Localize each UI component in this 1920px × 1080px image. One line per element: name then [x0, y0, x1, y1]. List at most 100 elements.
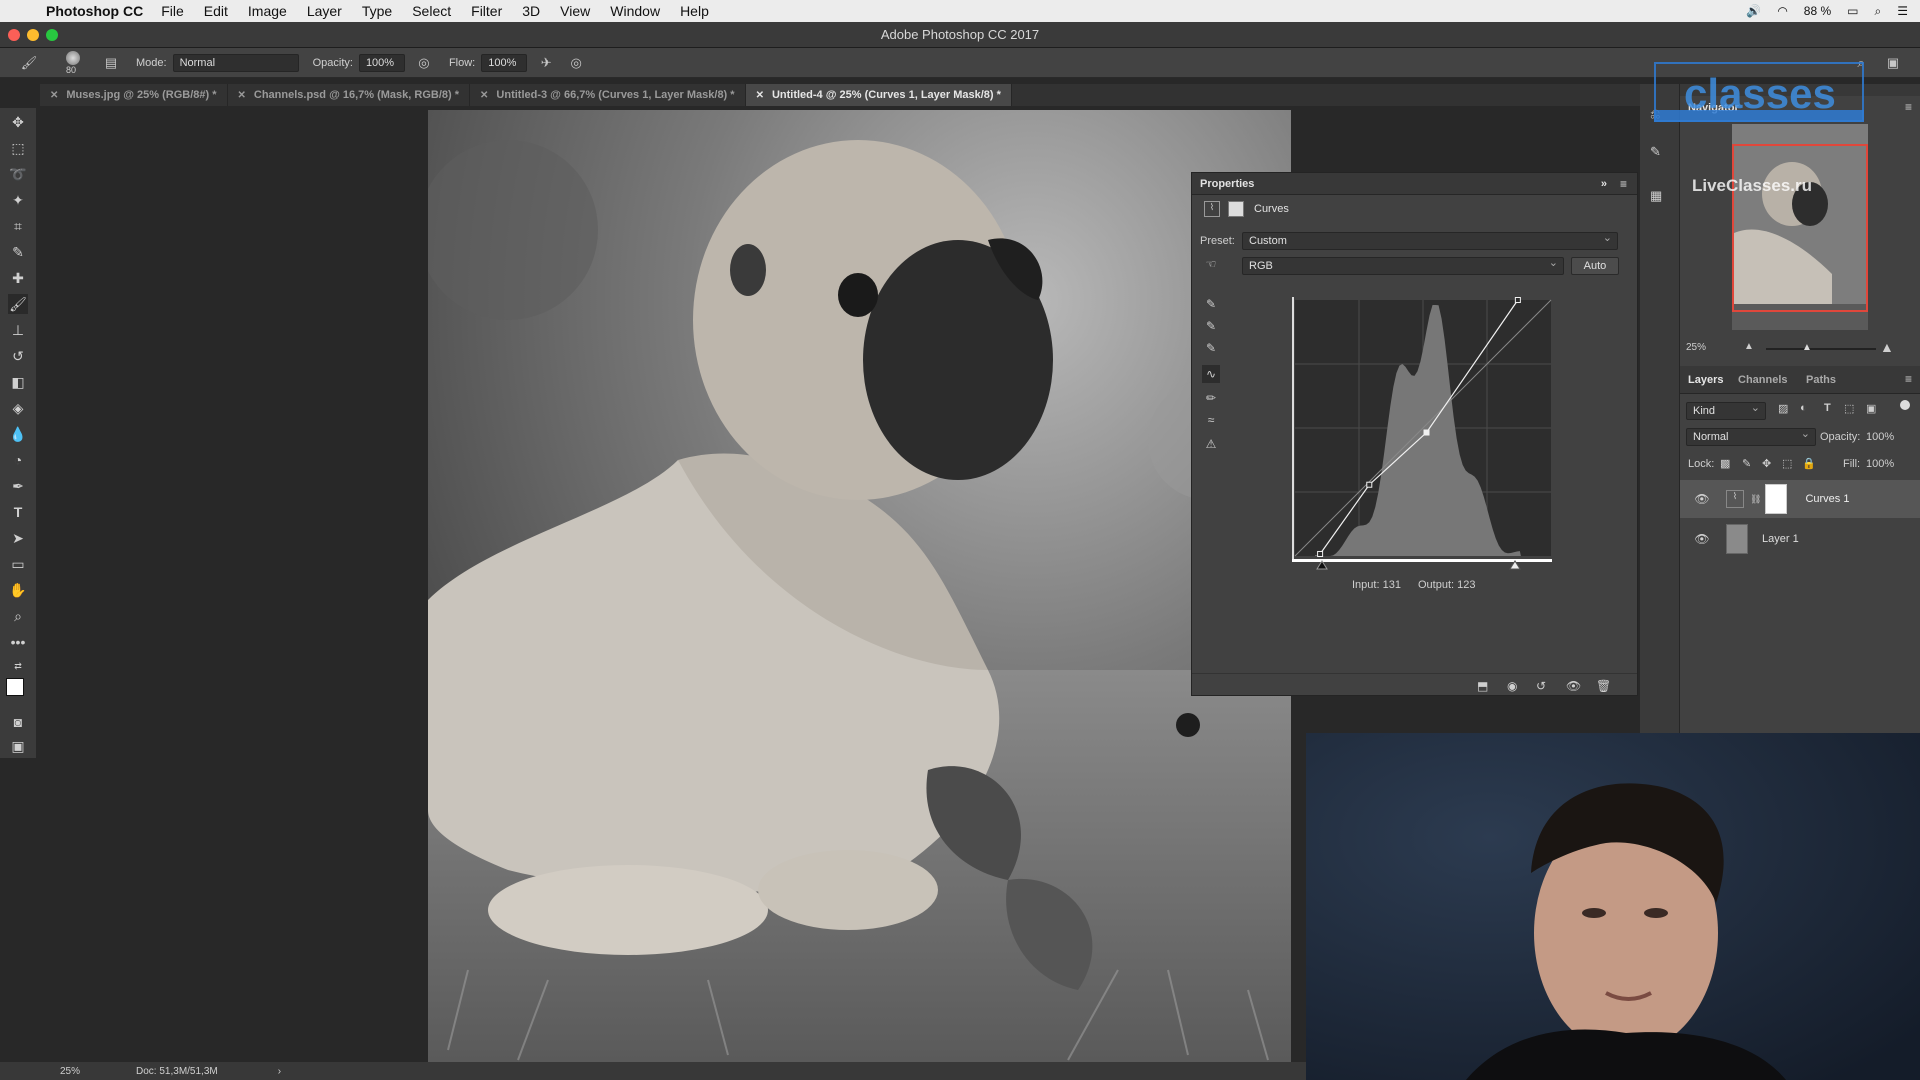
collapse-panel-icon[interactable]: »	[1601, 178, 1607, 190]
auto-button[interactable]: Auto	[1571, 257, 1619, 275]
navigator-zoom-thumb[interactable]: ▲	[1802, 342, 1812, 353]
foreground-color-swatch[interactable]	[6, 678, 24, 696]
status-zoom[interactable]: 25%	[60, 1066, 80, 1077]
swap-colors-icon[interactable]: ⇄	[8, 656, 28, 676]
pen-tool-icon[interactable]: ✒	[8, 476, 28, 496]
close-tab-icon[interactable]: ✕	[480, 90, 488, 101]
curve-control-point[interactable]	[1366, 481, 1373, 488]
menu-edit[interactable]: Edit	[204, 3, 228, 19]
filter-type-icon[interactable]: T	[1824, 402, 1831, 414]
layer-row-layer-1[interactable]: 👁 Layer 1	[1680, 520, 1920, 558]
layers-menu-icon[interactable]: ≡	[1905, 372, 1912, 386]
toggle-visibility-icon[interactable]: 👁	[1566, 679, 1581, 693]
visibility-eye-icon[interactable]: 👁	[1692, 532, 1712, 546]
status-menu-arrow-icon[interactable]: ›	[278, 1066, 281, 1077]
doc-tab-muses[interactable]: ✕ Muses.jpg @ 25% (RGB/8#) *	[40, 84, 228, 106]
view-previous-state-icon[interactable]: ◉	[1507, 679, 1517, 693]
filter-kind-select[interactable]: Kind	[1686, 400, 1766, 420]
delete-adjustment-icon[interactable]: 🗑	[1596, 679, 1611, 693]
black-point-eyedropper-icon[interactable]: ✎	[1202, 295, 1220, 313]
type-tool-icon[interactable]: T	[8, 502, 28, 522]
menu-image[interactable]: Image	[248, 3, 287, 19]
clipping-warning-icon[interactable]: ⚠	[1202, 435, 1220, 453]
reset-adjustment-icon[interactable]: ↺	[1536, 679, 1546, 693]
menu-help[interactable]: Help	[680, 3, 709, 19]
move-tool-icon[interactable]: ✥	[8, 112, 28, 132]
dodge-tool-icon[interactable]: ◔	[8, 450, 28, 470]
tab-layers[interactable]: Layers	[1688, 374, 1723, 386]
navigator-menu-icon[interactable]: ≡	[1905, 100, 1912, 114]
workspace-switcher-icon[interactable]: ▣	[1882, 53, 1904, 73]
lock-artboard-icon[interactable]: ⬚	[1782, 457, 1792, 470]
gray-point-eyedropper-icon[interactable]: ✎	[1202, 317, 1220, 335]
filter-adjustment-icon[interactable]: ◐	[1800, 402, 1807, 414]
targeted-adjustment-icon[interactable]: ☜	[1202, 255, 1220, 273]
notification-center-icon[interactable]: ☰	[1897, 4, 1908, 18]
close-tab-icon[interactable]: ✕	[50, 90, 58, 101]
visibility-eye-icon[interactable]: 👁	[1692, 492, 1712, 506]
magic-wand-tool-icon[interactable]: ✦	[8, 190, 28, 210]
navigator-zoom[interactable]: 25%	[1686, 342, 1706, 353]
doc-tab-channels[interactable]: ✕ Channels.psd @ 16,7% (Mask, RGB/8) *	[228, 84, 471, 106]
tab-channels[interactable]: Channels	[1738, 374, 1788, 386]
menu-3d[interactable]: 3D	[522, 3, 540, 19]
brush-panel-toggle-icon[interactable]: ▤	[100, 53, 122, 73]
lasso-tool-icon[interactable]: ➰	[8, 164, 28, 184]
hand-tool-icon[interactable]: ✋	[8, 580, 28, 600]
rectangle-tool-icon[interactable]: ▭	[8, 554, 28, 574]
blend-mode-select[interactable]: Normal	[1686, 426, 1816, 446]
point-curve-tool-icon[interactable]: ∿	[1202, 365, 1220, 383]
path-selection-tool-icon[interactable]: ➤	[8, 528, 28, 548]
channel-select[interactable]: RGB	[1242, 255, 1564, 275]
layer-opacity-value[interactable]: 100%	[1866, 431, 1894, 443]
spotlight-search-icon[interactable]: ⌕	[1875, 4, 1882, 19]
menu-layer[interactable]: Layer	[307, 3, 342, 19]
curve-control-point[interactable]	[1317, 550, 1324, 557]
adjustments-panel-icon[interactable]: ▦	[1650, 188, 1662, 204]
zoom-in-icon[interactable]: ▲	[1880, 339, 1894, 355]
flow-input[interactable]: 100%	[481, 53, 528, 72]
healing-brush-tool-icon[interactable]: ✚	[8, 268, 28, 288]
eraser-tool-icon[interactable]: ◧	[8, 372, 28, 392]
white-point-eyedropper-icon[interactable]: ✎	[1202, 339, 1220, 357]
pencil-curve-tool-icon[interactable]: ✏	[1202, 389, 1220, 407]
doc-tab-untitled-4[interactable]: ✕ Untitled-4 @ 25% (Curves 1, Layer Mask/…	[745, 84, 1012, 106]
close-tab-icon[interactable]: ✕	[756, 90, 764, 101]
fill-value[interactable]: 100%	[1866, 458, 1894, 470]
navigator-view-box[interactable]	[1732, 144, 1868, 312]
close-tab-icon[interactable]: ✕	[238, 90, 246, 101]
curves-adjustment-icon[interactable]: ⌇	[1204, 201, 1220, 217]
filter-shape-icon[interactable]: ⬚	[1844, 402, 1854, 415]
opacity-input[interactable]: 100%	[358, 53, 405, 72]
brush-size-picker[interactable]: 80	[58, 50, 92, 76]
history-brush-tool-icon[interactable]: ↺	[8, 346, 28, 366]
battery-percent[interactable]: 88 %	[1804, 4, 1831, 18]
zoom-out-icon[interactable]: ▲	[1744, 341, 1754, 352]
menu-window[interactable]: Window	[610, 3, 660, 19]
panel-menu-icon[interactable]: ≡	[1620, 177, 1627, 191]
curve-control-point[interactable]	[1423, 429, 1430, 436]
clone-stamp-tool-icon[interactable]: ⊥	[8, 320, 28, 340]
document-canvas-image[interactable]	[428, 110, 1291, 1062]
filter-toggle[interactable]	[1900, 400, 1910, 410]
more-tools-icon[interactable]: •••	[8, 632, 28, 652]
menu-type[interactable]: Type	[362, 3, 392, 19]
paint-bucket-tool-icon[interactable]: ◈	[8, 398, 28, 418]
crop-tool-icon[interactable]: ⌗	[8, 216, 28, 236]
filter-smart-object-icon[interactable]: ▣	[1866, 402, 1876, 415]
layer-mask-icon[interactable]	[1228, 201, 1244, 217]
brush-tool-icon[interactable]: 🖌	[8, 294, 28, 314]
eyedropper-tool-icon[interactable]: ✎	[8, 242, 28, 262]
menu-view[interactable]: View	[560, 3, 590, 19]
lock-transparent-icon[interactable]: ▩	[1720, 457, 1730, 470]
filter-pixel-icon[interactable]: ▨	[1778, 402, 1788, 415]
tab-paths[interactable]: Paths	[1806, 374, 1836, 386]
menu-select[interactable]: Select	[412, 3, 451, 19]
wifi-icon[interactable]: ◠	[1777, 4, 1787, 18]
clip-to-layer-icon[interactable]: ⬒	[1477, 679, 1488, 693]
screen-mode-icon[interactable]: ▣	[8, 736, 28, 756]
doc-tab-untitled-3[interactable]: ✕ Untitled-3 @ 66,7% (Curves 1, Layer Mas…	[470, 84, 746, 106]
navigator-zoom-slider[interactable]	[1766, 348, 1876, 350]
lock-all-icon[interactable]: 🔒	[1802, 457, 1816, 470]
blur-tool-icon[interactable]: 💧	[8, 424, 28, 444]
